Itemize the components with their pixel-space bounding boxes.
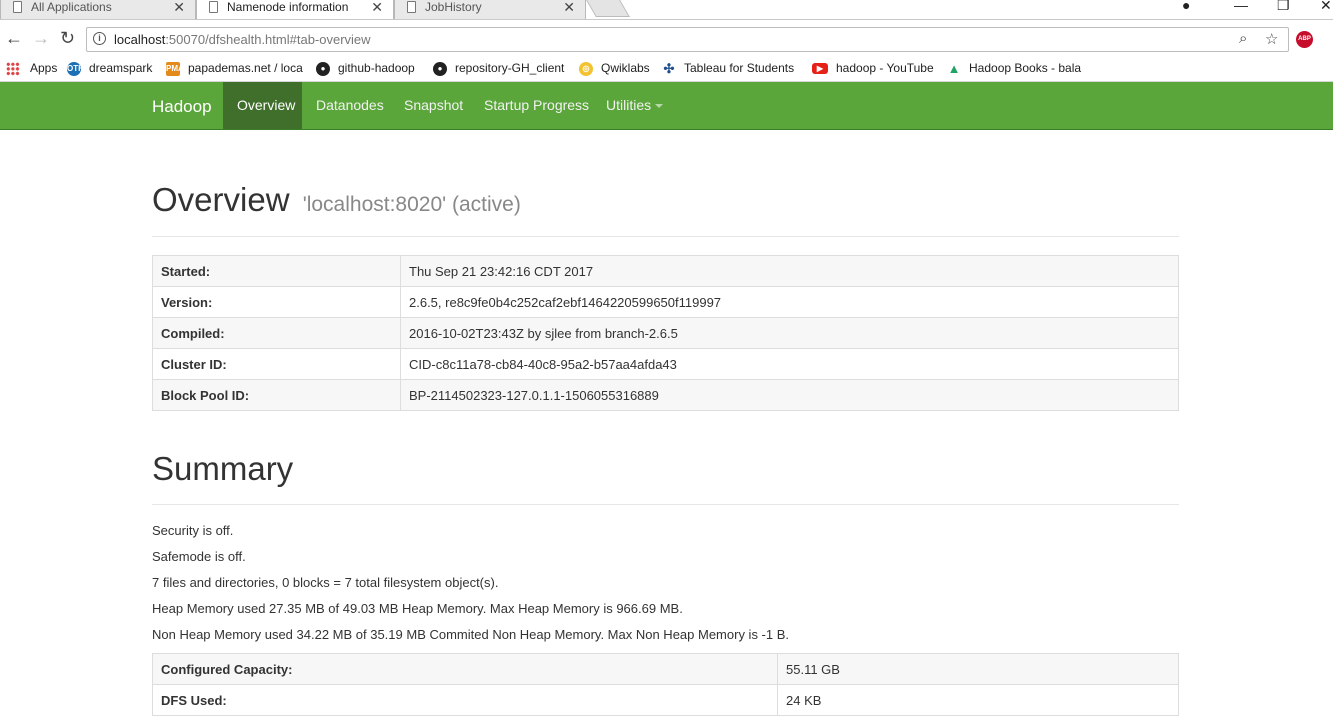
hadoop-navbar: Hadoop Overview Datanodes Snapshot Start… xyxy=(0,82,1333,130)
row-key: Cluster ID: xyxy=(152,348,401,380)
table-row: Started: Thu Sep 21 23:42:16 CDT 2017 xyxy=(152,255,1179,287)
page-icon xyxy=(13,1,22,13)
summary-non-heap-memory: Non Heap Memory used 34.22 MB of 35.19 M… xyxy=(152,627,790,642)
new-tab-button[interactable] xyxy=(586,0,630,17)
tableau-icon: ✣ xyxy=(662,60,676,76)
summary-filesystem-objects: 7 files and directories, 0 blocks = 7 to… xyxy=(152,575,499,590)
nav-overview[interactable]: Overview xyxy=(223,82,302,129)
bookmark-apps[interactable]: Apps xyxy=(6,61,57,76)
row-value: 24 KB xyxy=(777,684,1179,716)
qwiklabs-icon: ◎ xyxy=(579,61,593,76)
summary-security: Security is off. xyxy=(152,523,234,538)
close-icon[interactable]: ✕ xyxy=(173,0,185,15)
nav-utilities[interactable]: Utilities xyxy=(592,82,677,129)
back-icon[interactable]: ← xyxy=(5,28,23,48)
reload-icon[interactable]: ↻ xyxy=(60,28,75,48)
adblock-icon[interactable]: ABP xyxy=(1296,31,1313,48)
bookmark-repository-gh-client[interactable]: ● repository-GH_client xyxy=(433,61,564,76)
forward-icon[interactable]: → xyxy=(32,28,50,48)
bookmark-hadoop-books[interactable]: ▲ Hadoop Books - bala xyxy=(947,61,1081,76)
google-drive-icon: ▲ xyxy=(947,60,961,76)
table-row: Compiled: 2016-10-02T23:43Z by sjlee fro… xyxy=(152,317,1179,349)
tab-title: All Applications xyxy=(31,0,112,14)
nav-startup-progress[interactable]: Startup Progress xyxy=(470,82,603,129)
window-close-icon[interactable]: ✕ xyxy=(1320,0,1332,14)
page-subtitle: 'localhost:8020' (active) xyxy=(302,193,521,216)
row-value: Thu Sep 21 23:42:16 CDT 2017 xyxy=(400,255,1179,287)
table-row: Configured Capacity: 55.11 GB xyxy=(152,653,1179,685)
row-key: Version: xyxy=(152,286,401,318)
bookmark-qwiklabs[interactable]: ◎ Qwiklabs xyxy=(579,61,650,76)
pma-icon: PMA xyxy=(166,61,184,76)
bookmark-tableau[interactable]: ✣ Tableau for Students xyxy=(662,61,794,76)
row-key: Configured Capacity: xyxy=(152,653,778,685)
profile-icon[interactable]: ● xyxy=(1182,0,1190,13)
bookmarks-bar: Apps OTH dreamspark PMA papademas.net / lo… xyxy=(0,57,1333,82)
row-key: Compiled: xyxy=(152,317,401,349)
row-value: CID-c8c11a78-cb84-40c8-95a2-b57aa4afda43 xyxy=(400,348,1179,380)
github-icon: ● xyxy=(433,61,447,76)
minimize-icon[interactable]: — xyxy=(1234,0,1248,13)
hadoop-brand[interactable]: Hadoop xyxy=(152,97,212,117)
page-title: Overview 'localhost:8020' (active) xyxy=(152,181,521,218)
caret-down-icon xyxy=(655,104,664,109)
summary-table: Configured Capacity: 55.11 GB DFS Used: … xyxy=(152,653,1179,716)
dreamspark-icon: OTH xyxy=(67,61,84,76)
tab-jobhistory[interactable]: JobHistory ✕ xyxy=(394,0,586,19)
row-key: Block Pool ID: xyxy=(152,379,401,411)
tab-title: JobHistory xyxy=(425,0,482,14)
nav-datanodes[interactable]: Datanodes xyxy=(302,82,398,129)
row-value: BP-2114502323-127.0.1.1-1506055316889 xyxy=(400,379,1179,411)
summary-safemode: Safemode is off. xyxy=(152,549,246,564)
info-icon[interactable]: i xyxy=(93,32,106,45)
page-icon xyxy=(407,1,416,13)
tab-all-applications[interactable]: All Applications ✕ xyxy=(0,0,196,19)
apps-grid-icon xyxy=(6,61,20,76)
divider xyxy=(152,236,1179,237)
row-value: 2.6.5, re8c9fe0b4c252caf2ebf146422059965… xyxy=(400,286,1179,318)
bookmark-papademas[interactable]: PMA papademas.net / loca xyxy=(166,61,303,76)
page-icon xyxy=(209,1,218,13)
url-text[interactable]: localhost:50070/dfshealth.html#tab-overv… xyxy=(114,32,371,47)
tab-title: Namenode information xyxy=(227,0,349,14)
table-row: Cluster ID: CID-c8c11a78-cb84-40c8-95a2-… xyxy=(152,348,1179,380)
bookmark-github-hadoop[interactable]: ● github-hadoop xyxy=(316,61,415,76)
table-row: Version: 2.6.5, re8c9fe0b4c252caf2ebf146… xyxy=(152,286,1179,318)
row-key: Started: xyxy=(152,255,401,287)
row-value: 2016-10-02T23:43Z by sjlee from branch-2… xyxy=(400,317,1179,349)
browser-tab-strip: All Applications ✕ Namenode information … xyxy=(0,0,1333,20)
bookmark-star-icon[interactable]: ☆ xyxy=(1265,30,1278,48)
summary-title: Summary xyxy=(152,450,294,487)
nav-snapshot[interactable]: Snapshot xyxy=(390,82,477,129)
divider xyxy=(152,504,1179,505)
overview-table: Started: Thu Sep 21 23:42:16 CDT 2017 Ve… xyxy=(152,255,1179,411)
youtube-icon: ▶ xyxy=(812,63,828,75)
bookmark-hadoop-youtube[interactable]: ▶ hadoop - YouTube xyxy=(812,61,934,75)
row-key: DFS Used: xyxy=(152,684,778,716)
table-row: DFS Used: 24 KB xyxy=(152,684,1179,716)
bookmark-dreamspark[interactable]: OTH dreamspark xyxy=(67,61,152,76)
address-bar[interactable]: i localhost:50070/dfshealth.html#tab-ove… xyxy=(86,27,1289,52)
close-icon[interactable]: ✕ xyxy=(563,0,575,15)
github-icon: ● xyxy=(316,61,330,76)
tab-namenode-information[interactable]: Namenode information ✕ xyxy=(196,0,394,19)
close-icon[interactable]: ✕ xyxy=(371,0,383,15)
row-value: 55.11 GB xyxy=(777,653,1179,685)
summary-heap-memory: Heap Memory used 27.35 MB of 49.03 MB He… xyxy=(152,601,683,616)
table-row: Block Pool ID: BP-2114502323-127.0.1.1-1… xyxy=(152,379,1179,411)
zoom-icon[interactable]: ⌕ xyxy=(1239,30,1247,47)
restore-icon[interactable]: ❐ xyxy=(1277,0,1290,14)
